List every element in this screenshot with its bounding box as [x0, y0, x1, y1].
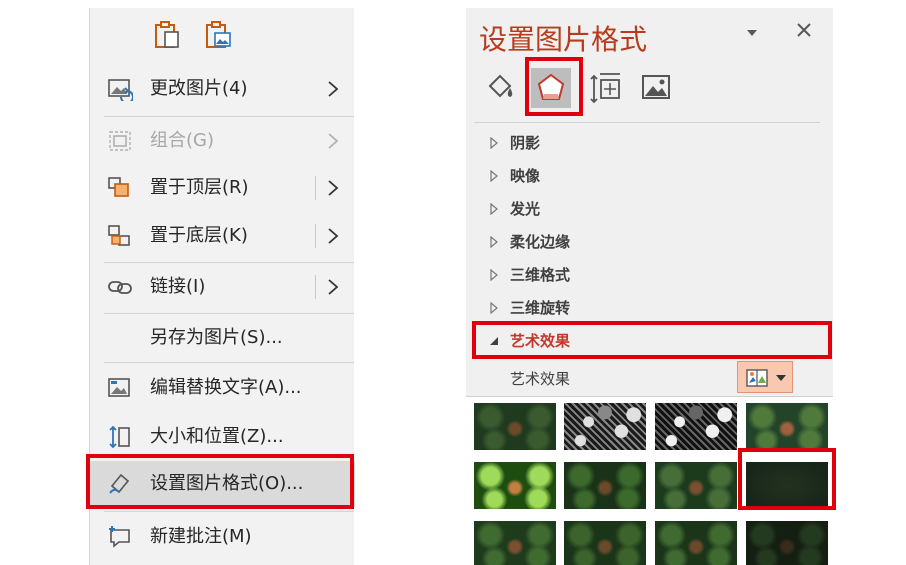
- highlight-box-artistic-effects: [472, 321, 832, 359]
- submenu-divider: [315, 224, 316, 248]
- paste-options-row: [90, 8, 355, 63]
- artistic-effect-thumbnail[interactable]: [655, 403, 737, 450]
- menu-separator: [104, 511, 354, 512]
- size-position-icon: [109, 425, 130, 449]
- submenu-divider: [315, 275, 316, 299]
- chevron-right-icon: [328, 81, 339, 97]
- link-icon: [108, 281, 132, 294]
- artistic-effect-thumbnail[interactable]: [564, 462, 646, 509]
- menu-separator: [104, 262, 354, 263]
- change-picture-icon: [108, 79, 133, 101]
- menu-separator: [104, 116, 354, 117]
- artistic-effect-thumbnail[interactable]: [746, 403, 828, 450]
- menu-item-label: 编辑替换文字(A)...: [150, 377, 302, 398]
- expand-triangle-icon: [490, 203, 498, 215]
- section-label: 阴影: [510, 134, 541, 152]
- menu-item-label: 置于底层(K): [150, 225, 248, 246]
- chevron-right-icon[interactable]: [326, 226, 340, 246]
- paint-bucket-icon: [488, 74, 513, 98]
- submenu-divider: [315, 176, 316, 200]
- chevron-right-icon[interactable]: [326, 178, 340, 198]
- menu-item-change-picture[interactable]: 更改图片(4): [90, 66, 355, 112]
- tab-fill-line[interactable]: [480, 68, 520, 108]
- menu-item-edit-alt-text[interactable]: 编辑替换文字(A)...: [90, 365, 355, 411]
- expand-triangle-icon: [490, 236, 498, 248]
- artistic-effect-thumbnail[interactable]: [655, 521, 737, 565]
- section-label: 三维格式: [510, 266, 571, 284]
- menu-item-label: 另存为图片(S)...: [150, 327, 283, 348]
- menu-separator: [104, 362, 354, 363]
- menu-item-label: 组合(G): [150, 130, 214, 151]
- highlight-box-format-picture: [86, 454, 354, 509]
- chevron-down-icon[interactable]: [746, 28, 758, 38]
- section-label: 映像: [510, 167, 541, 185]
- close-icon[interactable]: [796, 22, 812, 38]
- tab-picture[interactable]: [636, 68, 676, 108]
- menu-separator: [104, 313, 354, 314]
- menu-item-label: 链接(I): [150, 276, 206, 297]
- section-label: 三维旋转: [510, 299, 571, 317]
- pane-title: 设置图片格式: [479, 23, 648, 56]
- artistic-effect-thumbnail[interactable]: [474, 403, 556, 450]
- menu-item-send-to-back[interactable]: 置于底层(K): [90, 213, 355, 259]
- artistic-effect-thumbnail[interactable]: [564, 403, 646, 450]
- artistic-effect-thumbnail[interactable]: [474, 462, 556, 509]
- expand-triangle-icon: [490, 137, 498, 149]
- artistic-effects-dropdown-button[interactable]: [737, 361, 793, 393]
- chevron-down-icon: [776, 375, 786, 381]
- alt-text-icon: [108, 378, 130, 397]
- chevron-right-icon: [328, 133, 339, 149]
- artistic-effect-thumbnail[interactable]: [564, 521, 646, 565]
- group-icon: [109, 131, 131, 151]
- section-label: 柔化边缘: [510, 233, 571, 251]
- tab-size-properties[interactable]: [586, 68, 626, 108]
- paste-picture-icon[interactable]: [203, 20, 233, 50]
- send-to-back-icon: [108, 225, 130, 246]
- menu-item-label: 大小和位置(Z)...: [150, 426, 284, 447]
- menu-item-bring-to-front[interactable]: 置于顶层(R): [90, 165, 355, 211]
- picture-icon: [642, 75, 670, 99]
- size-properties-icon: [590, 73, 620, 104]
- artistic-effects-label: 艺术效果: [510, 370, 571, 388]
- menu-item-label: 置于顶层(R): [150, 177, 249, 198]
- artistic-effect-thumbnail[interactable]: [655, 462, 737, 509]
- expand-triangle-icon: [490, 302, 498, 314]
- new-comment-icon: [109, 526, 130, 548]
- highlight-box-effects-tab: [525, 57, 583, 116]
- artistic-effect-thumbnail[interactable]: [746, 521, 828, 565]
- screenshot-root: 更改图片(4) 组合(G) 置于顶层(R) 置于底层(K) 链接(I) 另存为图…: [0, 0, 906, 565]
- menu-item-label: 新建批注(M): [150, 526, 252, 547]
- paste-keep-formatting-icon[interactable]: [152, 20, 182, 50]
- expand-triangle-icon: [490, 269, 498, 281]
- menu-item-group[interactable]: 组合(G): [90, 118, 355, 164]
- menu-item-link[interactable]: 链接(I): [90, 264, 355, 310]
- section-label: 发光: [510, 200, 541, 218]
- tab-separator: [474, 122, 820, 123]
- menu-item-save-as-picture[interactable]: 另存为图片(S)...: [90, 315, 355, 361]
- artistic-effect-icon: [746, 369, 768, 387]
- highlight-box-selected-effect: [738, 448, 836, 510]
- chevron-right-icon[interactable]: [326, 277, 340, 297]
- menu-item-new-comment[interactable]: 新建批注(M): [90, 514, 355, 560]
- artistic-effect-thumbnail[interactable]: [474, 521, 556, 565]
- menu-item-label: 更改图片(4): [150, 78, 248, 99]
- bring-to-front-icon: [108, 177, 129, 197]
- expand-triangle-icon: [490, 170, 498, 182]
